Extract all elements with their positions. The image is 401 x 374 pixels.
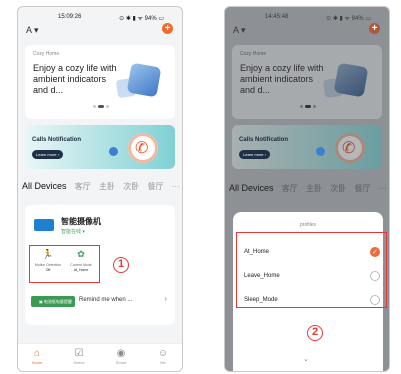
nav-me-label: Me: [160, 360, 166, 365]
tab-second-bedroom[interactable]: 次卧: [123, 182, 139, 191]
tab-master-bedroom[interactable]: 主卧: [99, 182, 115, 191]
current-mode-value: At_Home: [73, 268, 89, 272]
promo-banner: Cozy Home Enjoy a cozy life with ambient…: [232, 45, 382, 119]
tab-second-bedroom: 次卧: [330, 184, 347, 193]
nav-smart-label: Smart: [115, 360, 127, 365]
radio-unchecked-icon[interactable]: [370, 271, 380, 281]
top-bar: A ▾ +: [225, 23, 389, 39]
room-tabs: All Devices 客厅 主卧 次卧 餐厅 ···: [229, 183, 389, 195]
status-bar: 15:09:26 ⊙ ✱ ▮ ᯤ 94% ▭: [18, 7, 182, 25]
room-tabs: All Devices 客厅 主卧 次卧 餐厅 ···: [22, 181, 182, 193]
tab-dining-room: 餐厅: [354, 184, 371, 193]
motion-detection-chip[interactable]: 🏃 Motion Detection Off: [33, 249, 63, 272]
me-icon: ☺: [157, 348, 169, 359]
profiles-bottom-sheet: profiles At_Home ✓ Leave_Home Sleep_Mode…: [233, 212, 387, 371]
sheet-title: profiles: [299, 222, 317, 228]
nav-me[interactable]: ☺ Me: [148, 348, 178, 365]
calls-banner: Calls Notification Learn more › ✆: [232, 125, 382, 169]
tab-all-devices: All Devices: [229, 183, 274, 193]
more-tabs-icon[interactable]: ···: [172, 182, 180, 191]
quick-controls-highlight: 🏃 Motion Detection Off ✿ Current Mode At…: [29, 245, 100, 283]
learn-more-button[interactable]: Learn more ›: [32, 150, 63, 159]
status-icons: ⊙ ✱ ▮ ᯤ 94% ▭: [119, 16, 164, 22]
reminder-row[interactable]: ▣ 电池低电量提醒 Remind me when ... ›: [31, 295, 169, 309]
top-bar: A ▾ +: [18, 23, 182, 39]
home-selector[interactable]: A ▾: [26, 25, 39, 36]
promo-tag: Cozy Home: [240, 51, 267, 57]
more-tabs-icon: ···: [378, 184, 387, 193]
motion-detection-value: Off: [45, 268, 51, 272]
camera-icon: [34, 219, 54, 231]
device-card-camera[interactable]: 智能摄像机 智能在线 ▾ 🏃 Motion Detection Off ✿ Cu…: [25, 205, 175, 325]
promo-headline: Enjoy a cozy life with ambient indicator…: [33, 63, 117, 95]
phone-call-icon: ✆: [342, 140, 356, 157]
smart-icon: ◉: [116, 348, 126, 359]
scene-mode-icon: ✿: [77, 249, 85, 259]
calls-banner-title: Calls Notification: [32, 137, 82, 143]
nav-smart[interactable]: ◉ Smart: [106, 348, 136, 365]
learn-more-button: Learn more ›: [239, 150, 270, 159]
profiles-highlight: At_Home ✓ Leave_Home Sleep_Mode: [236, 232, 387, 308]
nav-home-label: Home: [31, 360, 43, 365]
radio-checked-icon[interactable]: ✓: [370, 247, 380, 257]
phone-screen-home: 15:09:26 ⊙ ✱ ▮ ᯤ 94% ▭ A ▾ + Cozy Home E…: [17, 6, 183, 372]
current-mode-label: Current Mode: [70, 263, 92, 267]
current-mode-chip[interactable]: ✿ Current Mode At_Home: [66, 249, 96, 272]
reminder-text: Remind me when ...: [79, 297, 133, 303]
nav-scene[interactable]: ☑ Scene: [64, 348, 94, 365]
profile-option-at-home[interactable]: At_Home ✓: [244, 246, 382, 260]
tab-all-devices[interactable]: All Devices: [22, 181, 67, 191]
profile-option-leave-home[interactable]: Leave_Home: [244, 270, 382, 284]
tab-dining-room[interactable]: 餐厅: [147, 182, 163, 191]
nav-scene-label: Scene: [73, 360, 85, 365]
dot-icon: [109, 147, 118, 156]
bottom-nav: ⌂ Home ☑ Scene ◉ Smart ☺ Me: [18, 343, 182, 371]
profile-label: Leave_Home: [244, 273, 280, 279]
nav-home[interactable]: ⌂ Home: [22, 348, 52, 365]
ambient-light-icon: [333, 62, 369, 98]
radio-unchecked-icon[interactable]: [370, 295, 380, 305]
home-icon: ⌂: [33, 348, 41, 359]
tab-master-bedroom: 主卧: [305, 184, 322, 193]
phone-call-icon: ✆: [135, 140, 149, 157]
device-name: 智能摄像机: [61, 217, 101, 226]
motion-detection-label: Motion Detection: [34, 263, 62, 267]
chevron-down-icon[interactable]: ⌄: [303, 355, 309, 363]
ambient-light-icon: [126, 62, 162, 98]
motion-detection-icon: 🏃: [42, 249, 54, 259]
promo-tag: Cozy Home: [33, 51, 60, 57]
profile-label: Sleep_Mode: [244, 297, 278, 303]
phone-screen-profiles: 14:45:48 ⊙ ✱ ▮ ᯤ 94% ▭ A ▾ + Cozy Home E…: [224, 6, 390, 372]
tab-living-room: 客厅: [281, 184, 298, 193]
profile-label: At_Home: [244, 249, 270, 255]
device-status[interactable]: 智能在线 ▾: [61, 228, 85, 235]
annotation-marker: 1: [113, 257, 129, 273]
plus-icon[interactable]: +: [162, 23, 173, 34]
calls-banner-title: Calls Notification: [239, 137, 289, 143]
status-icons: ⊙ ✱ ▮ ᯤ 94% ▭: [326, 16, 371, 22]
status-bar: 14:45:48 ⊙ ✱ ▮ ᯤ 94% ▭: [225, 7, 389, 25]
status-time: 15:09:26: [58, 14, 82, 20]
plus-icon[interactable]: +: [369, 23, 380, 34]
tab-living-room[interactable]: 客厅: [75, 182, 91, 191]
chevron-right-icon[interactable]: ›: [165, 296, 167, 303]
status-time: 14:45:48: [265, 14, 289, 20]
carousel-dots: [93, 95, 111, 113]
scene-icon: ☑: [74, 348, 84, 359]
carousel-dots: [300, 95, 318, 113]
profile-option-sleep-mode[interactable]: Sleep_Mode: [244, 294, 382, 308]
promo-headline: Enjoy a cozy life with ambient indicator…: [240, 63, 324, 95]
calls-banner[interactable]: Calls Notification Learn more › ✆: [25, 125, 175, 169]
dot-icon: [316, 147, 325, 156]
promo-banner[interactable]: Cozy Home Enjoy a cozy life with ambient…: [25, 45, 175, 119]
battery-reminder-pill[interactable]: ▣ 电池低电量提醒: [31, 296, 75, 307]
annotation-marker: 2: [307, 325, 323, 341]
home-selector[interactable]: A ▾: [233, 25, 246, 36]
